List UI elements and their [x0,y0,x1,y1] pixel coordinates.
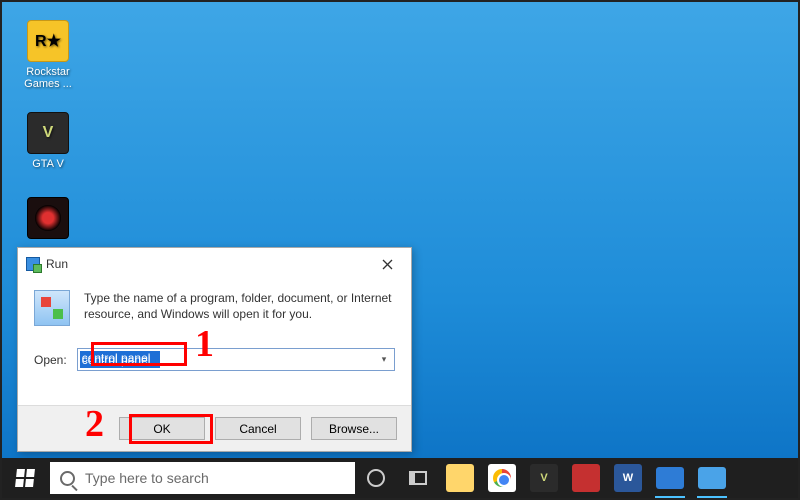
taskbar-app-gtav[interactable]: V [523,458,565,498]
desktop-icon-label: GTA V [12,158,84,170]
gtav-icon: V [27,112,69,154]
desktop-icon-gtav[interactable]: V GTA V [12,112,84,170]
start-button[interactable] [2,458,48,498]
cortana-button[interactable] [355,458,397,498]
cortana-icon [367,469,385,487]
search-placeholder-text: Type here to search [85,470,209,486]
app-icon [27,197,69,239]
open-label: Open: [34,353,67,367]
close-button[interactable] [371,254,403,274]
search-icon [60,471,75,486]
task-view-icon [409,471,427,485]
taskbar-app-explorer[interactable] [439,458,481,498]
garena-icon [572,464,600,492]
rockstar-icon: R★ [27,20,69,62]
open-combobox[interactable]: control panel ▾ [77,348,395,371]
desktop-icon-rockstar[interactable]: R★ Rockstar Games ... [12,20,84,90]
close-icon [382,259,393,270]
run-title-text: Run [46,257,68,271]
ok-button[interactable]: OK [119,417,205,440]
desktop-icon-app[interactable] [12,197,84,243]
task-view-button[interactable] [397,458,439,498]
windows-logo-icon [15,469,35,487]
browse-button[interactable]: Browse... [311,417,397,440]
taskbar-app-run[interactable] [691,458,733,498]
run-window-icon [26,257,40,271]
open-input[interactable] [77,348,395,371]
run-description: Type the name of a program, folder, docu… [84,290,395,322]
gtav-taskbar-icon: V [530,464,558,492]
run-footer: OK Cancel Browse... [18,405,411,451]
chrome-icon [488,464,516,492]
taskbar-app-garena[interactable] [565,458,607,498]
taskbar-search[interactable]: Type here to search [50,462,355,494]
run-dialog: Run Type the name of a program, folder, … [17,247,412,452]
file-explorer-icon [446,464,474,492]
run-taskbar-icon [698,467,726,489]
screenshot-app-icon [656,467,684,489]
desktop-icon-label: Rockstar Games ... [12,66,84,90]
taskbar: Type here to search V W [2,458,798,498]
run-body: Type the name of a program, folder, docu… [18,280,411,371]
run-program-icon [34,290,70,326]
taskbar-app-word[interactable]: W [607,458,649,498]
taskbar-app-screenshot[interactable] [649,458,691,498]
run-titlebar[interactable]: Run [18,248,411,280]
desktop-screen: R★ Rockstar Games ... V GTA V Run Type t… [0,0,800,500]
taskbar-app-chrome[interactable] [481,458,523,498]
cancel-button[interactable]: Cancel [215,417,301,440]
word-icon: W [614,464,642,492]
